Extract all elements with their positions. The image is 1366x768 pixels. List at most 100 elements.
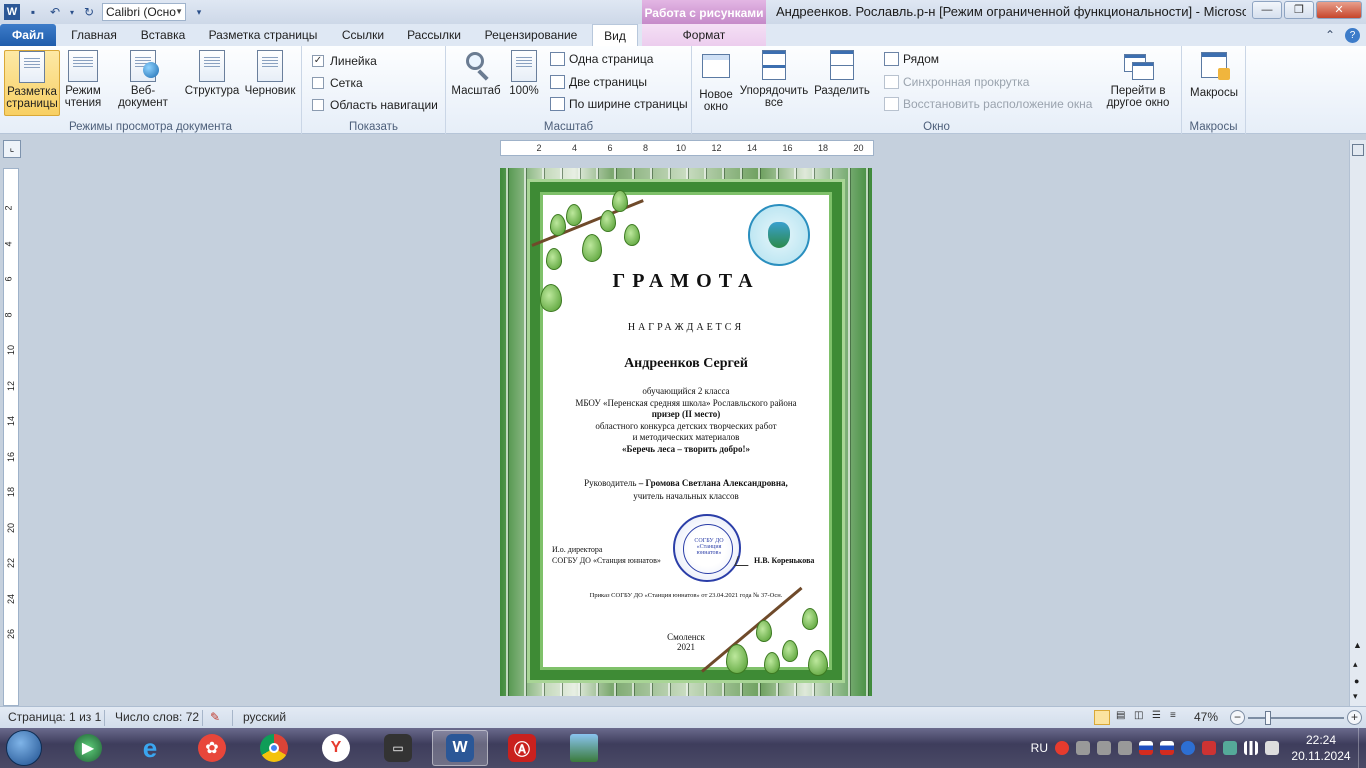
tab-mailings[interactable]: Рассылки [400,24,468,46]
help-icon[interactable]: ? [1345,28,1360,43]
taskbar-internet-explorer[interactable]: e [122,730,178,766]
zoom-slider-track[interactable] [1248,717,1344,719]
zoom-label: Масштаб [451,85,501,97]
taskbar-printer[interactable]: ▭ [370,730,426,766]
zoom-out-button[interactable]: − [1230,710,1245,725]
director-org: СОГБУ ДО «Станция юннатов» [552,556,661,565]
updates-tray-icon[interactable] [1223,741,1237,755]
web-layout-view-icon[interactable]: ◫ [1134,710,1143,721]
minimize-button[interactable]: — [1252,1,1282,19]
tab-references[interactable]: Ссылки [332,24,394,46]
taskbar-yandex-browser[interactable]: Y [308,730,364,766]
ruler-checkbox[interactable]: ✓ Линейка [312,54,377,68]
macros-button[interactable]: Макросы [1186,50,1242,99]
signal-tray-icon[interactable] [1244,741,1258,755]
zoom-100-button[interactable]: 100% [504,50,544,97]
language-indicator[interactable]: русский [243,710,286,724]
security-tray-icon[interactable] [1202,741,1216,755]
tab-file[interactable]: Файл [0,24,56,46]
taskbar-media-player[interactable]: ▶ [60,730,116,766]
select-browse-object-icon[interactable]: ● [1354,676,1359,686]
tab-format[interactable]: Формат [642,24,766,46]
minimize-ribbon-icon[interactable]: ⌃ [1325,28,1335,43]
page-count[interactable]: Страница: 1 из 1 [8,710,101,724]
two-pages-icon [550,75,565,89]
flag-tray-icon[interactable] [1139,741,1153,755]
web-layout-button[interactable]: Веб-документ [106,50,180,109]
tab-view[interactable]: Вид [592,24,638,46]
tab-home[interactable]: Главная [62,24,126,46]
tab-insert[interactable]: Вставка [130,24,196,46]
customize-qat-icon[interactable]: ▾ [190,3,208,21]
navigation-pane-checkbox[interactable]: Область навигации [312,98,438,112]
split-button[interactable]: Разделить [814,50,870,97]
pdf-reader-icon: Ⓐ [508,734,536,762]
word-count[interactable]: Число слов: 72 [115,710,199,724]
side-by-side-button[interactable]: Рядом [884,52,939,66]
ruler-tick-label: 18 [6,486,17,498]
bluetooth-tray-icon[interactable] [1181,741,1195,755]
close-button[interactable]: ✕ [1316,1,1362,19]
next-page-icon[interactable]: ▾ [1353,691,1358,702]
volume-tray-icon[interactable] [1265,741,1279,755]
clock[interactable]: 22:24 20.11.2024 [1286,732,1356,764]
network-tray-icon[interactable] [1097,741,1111,755]
tab-review[interactable]: Рецензирование [474,24,588,46]
sync-scroll-button[interactable]: Синхронная прокрутка [884,75,1029,89]
font-name-box[interactable]: Calibri (Осно ▼ [102,3,186,21]
nav-check-icon [312,99,324,111]
ruler-tick-label: 16 [782,143,793,153]
zoom-button[interactable]: Масштаб [450,50,502,97]
taskbar-chrome[interactable] [246,730,302,766]
grid-checkbox[interactable]: Сетка [312,76,363,90]
full-screen-reading-icon[interactable]: ▤ [1116,710,1125,721]
outline-view-icon[interactable]: ☰ [1152,710,1161,721]
prev-page-icon[interactable]: ▴ [1353,659,1358,670]
horizontal-ruler[interactable]: 2 4 6 8 10 12 14 16 18 20 [500,140,874,156]
taskbar-image-viewer[interactable] [556,730,612,766]
document-page[interactable]: ГРАМОТА НАГРАЖДАЕТСЯ Андреенков Сергей о… [500,168,872,696]
scroll-up-icon[interactable]: ▲ [1353,640,1362,650]
save-icon[interactable]: ▪ [24,3,42,21]
zoom-slider-thumb[interactable] [1264,711,1271,725]
tab-selector[interactable]: ⌞ [3,140,21,158]
zoom-level[interactable]: 47% [1194,710,1218,724]
taskbar-word[interactable]: W [432,730,488,766]
language-indicator-tray[interactable]: RU [1031,741,1048,755]
tab-page-layout[interactable]: Разметка страницы [200,24,326,46]
flag-tray-icon[interactable] [1160,741,1174,755]
print-layout-view-icon[interactable] [1094,710,1110,725]
taskbar-pdf-reader[interactable]: Ⓐ [494,730,550,766]
two-pages-button[interactable]: Две страницы [550,75,647,89]
draft-button[interactable]: Черновик [242,50,298,97]
reset-window-position-button[interactable]: Восстановить расположение окна [884,97,1092,111]
switch-windows-button[interactable]: Перейти в другое окно [1098,50,1178,109]
network-tray-icon[interactable] [1076,741,1090,755]
one-page-button[interactable]: Одна страница [550,52,653,66]
page-width-button[interactable]: По ширине страницы [550,97,688,111]
draft-view-icon[interactable]: ≡ [1170,710,1176,721]
zoom-in-button[interactable]: + [1347,710,1362,725]
recipient-name: Андреенков Сергей [624,356,748,371]
new-window-button[interactable]: Новое окно [696,50,736,113]
restore-button[interactable]: ❐ [1284,1,1314,19]
print-layout-button[interactable]: Разметка страницы [4,50,60,116]
show-desktop-button[interactable] [1358,728,1366,768]
arrange-all-button[interactable]: Упорядочить все [738,50,810,109]
vertical-ruler[interactable]: 2 4 6 8 10 12 14 16 18 20 22 24 26 [3,168,19,706]
certificate-award: НАГРАЖДАЕТСЯ [627,322,745,333]
undo-icon[interactable]: ↶ [46,3,64,21]
view-ruler-toggle-icon[interactable] [1352,144,1364,156]
vertical-scrollbar[interactable]: ▲ ▴ ● ▾ [1349,140,1366,706]
undo-dropdown-icon[interactable]: ▾ [68,3,76,21]
reading-mode-button[interactable]: Режим чтения [62,50,104,109]
proofing-icon[interactable]: ✎ [210,710,220,724]
yandex-tray-icon[interactable] [1055,741,1069,755]
network-tray-icon[interactable] [1118,741,1132,755]
start-button[interactable] [6,730,42,766]
word-logo-icon[interactable]: W [4,4,20,20]
recipient-school: МБОУ «Перенская средняя школа» Рославльс… [575,398,797,408]
redo-icon[interactable]: ↻ [80,3,98,21]
taskbar-photo-app[interactable]: ✿ [184,730,240,766]
outline-button[interactable]: Структура [184,50,240,97]
